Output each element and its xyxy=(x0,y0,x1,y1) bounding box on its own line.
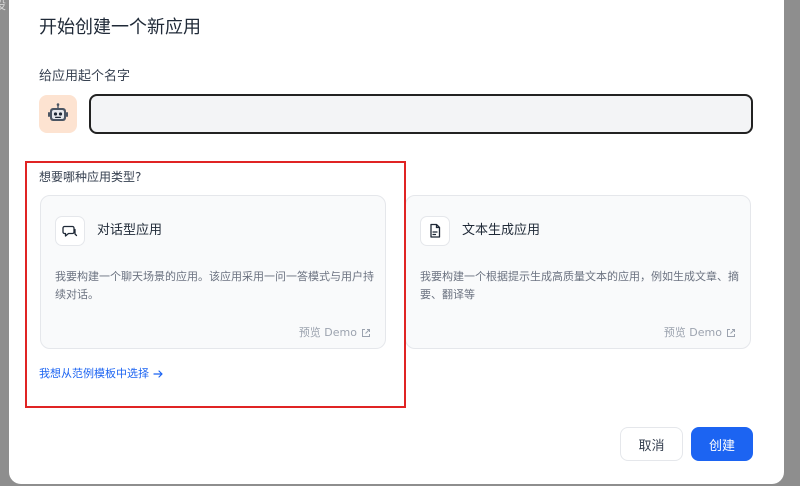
create-button[interactable]: 创建 xyxy=(691,427,753,461)
card-text-demo-label: 预览 Demo xyxy=(663,326,722,339)
card-text-title: 文本生成应用 xyxy=(462,223,541,238)
create-app-dialog: 开始创建一个新应用 给应用起个名字 想要哪种应用类型? 对话型应用 我要构建一个… xyxy=(9,0,784,484)
card-text-demo-link[interactable]: 预览 Demo xyxy=(664,326,736,340)
choose-template-label: 我想从范例模板中选择 xyxy=(39,367,149,380)
app-avatar[interactable] xyxy=(39,95,77,133)
dialog-title: 开始创建一个新应用 xyxy=(39,17,201,38)
external-link-icon xyxy=(727,329,735,337)
arrow-right-icon xyxy=(153,370,163,378)
chat-bubble-icon xyxy=(62,225,78,237)
card-chat-demo-label: 预览 Demo xyxy=(298,326,357,339)
card-text-icon-box xyxy=(420,216,450,246)
robot-face-icon xyxy=(48,103,68,121)
app-name-label: 给应用起个名字 xyxy=(39,69,131,84)
choose-template-link[interactable]: 我想从范例模板中选择 xyxy=(39,367,164,381)
card-chat-app[interactable]: 对话型应用 我要构建一个聊天场景的应用。该应用采用一问一答模式与用户持续对话。 … xyxy=(40,195,386,349)
cancel-button[interactable]: 取消 xyxy=(620,427,683,461)
external-link-icon xyxy=(362,329,370,337)
app-name-input[interactable] xyxy=(89,94,753,134)
card-chat-desc: 我要构建一个聊天场景的应用。该应用采用一问一答模式与用户持续对话。 xyxy=(55,270,374,301)
card-chat-title: 对话型应用 xyxy=(97,223,163,238)
app-type-label: 想要哪种应用类型? xyxy=(39,170,142,184)
card-chat-demo-link[interactable]: 预览 Demo xyxy=(299,326,371,340)
card-chat-icon-box xyxy=(55,216,85,246)
document-icon xyxy=(430,223,441,238)
card-text-desc: 我要构建一个根据提示生成高质量文本的应用，例如生成文章、摘要、翻译等 xyxy=(420,270,739,301)
background-partial-text: 设 xyxy=(0,0,7,12)
card-text-generation-app[interactable]: 文本生成应用 我要构建一个根据提示生成高质量文本的应用，例如生成文章、摘要、翻译… xyxy=(405,195,751,349)
